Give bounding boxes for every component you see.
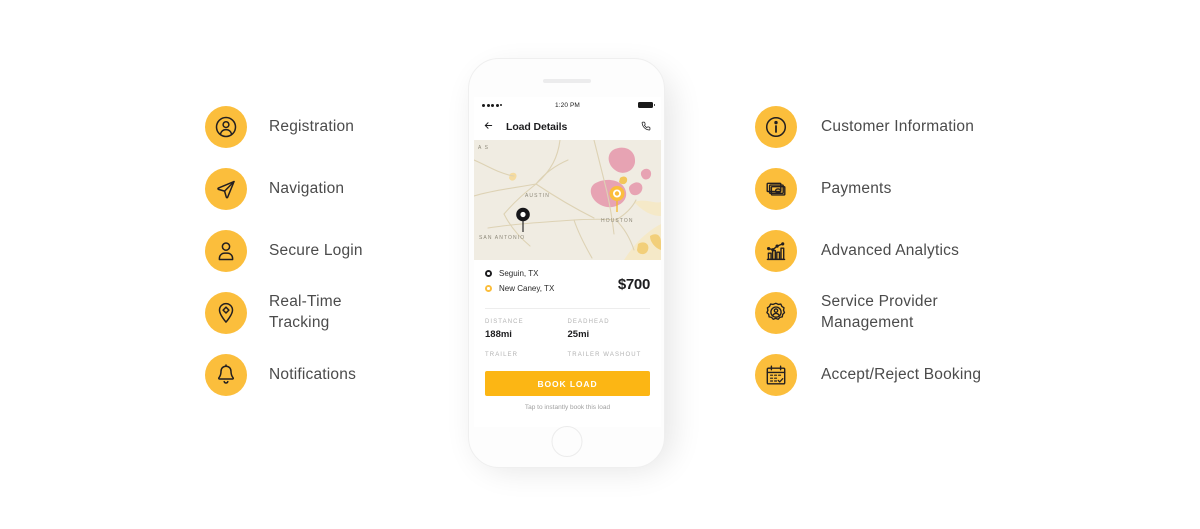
feature-item-real-time-tracking[interactable]: Real-Time Tracking <box>205 282 455 344</box>
user-circle-icon <box>205 106 247 148</box>
book-load-hint: Tap to instantly book this load <box>524 404 611 411</box>
feature-label: Payments <box>821 179 892 197</box>
feature-label: Secure Login <box>269 241 363 259</box>
feature-item-accept-reject-booking[interactable]: Accept/Reject Booking <box>755 344 1055 406</box>
route-map[interactable]: A S AUSTIN SAN ANTONIO HOUSTON <box>474 140 661 260</box>
user-lock-icon <box>205 230 247 272</box>
page-title: Load Details <box>506 120 568 133</box>
feature-item-registration[interactable]: Registration <box>205 96 455 158</box>
load-price: $700 <box>617 275 650 293</box>
navigation-arrow-icon <box>205 168 247 210</box>
map-label: SAN ANTONIO <box>479 235 526 241</box>
stat-trailer: TRAILER <box>485 352 568 362</box>
map-label: A S <box>478 145 490 151</box>
feature-overview-graphic: Registration Navigation Secure Login Rea… <box>0 0 1200 529</box>
phone-icon[interactable] <box>641 118 651 136</box>
map-label: AUSTIN <box>525 193 550 199</box>
destination-dot-icon <box>485 285 492 292</box>
feature-item-navigation[interactable]: Navigation <box>205 158 455 220</box>
destination-city: New Caney, TX <box>499 284 555 293</box>
bell-icon <box>205 354 247 396</box>
feature-item-advanced-analytics[interactable]: Advanced Analytics <box>755 220 1055 282</box>
feature-label: Accept/Reject Booking <box>821 365 982 383</box>
feature-item-customer-information[interactable]: Customer Information <box>755 96 1055 158</box>
feature-list-left: Registration Navigation Secure Login Rea… <box>205 96 455 406</box>
status-bar: 1:20 PM <box>474 97 661 113</box>
stat-label: TRAILER <box>485 352 519 358</box>
feature-item-payments[interactable]: Payments <box>755 158 1055 220</box>
book-load-section: BOOK LOAD Tap to instantly book this loa… <box>474 362 661 411</box>
feature-item-secure-login[interactable]: Secure Login <box>205 220 455 282</box>
stat-value: 25mi <box>567 329 590 340</box>
phone-mockup: 1:20 PM Load Details A S AUSTIN SAN ANTO… <box>468 58 665 468</box>
calendar-check-icon <box>755 354 797 396</box>
route-destination: New Caney, TX <box>485 284 618 293</box>
stat-label: TRAILER WASHOUT <box>567 352 642 358</box>
stat-distance: DISTANCE 188mi <box>485 319 568 340</box>
battery-icon <box>638 102 656 108</box>
feature-label: Real-Time Tracking <box>269 293 342 331</box>
app-nav-bar: Load Details <box>474 113 661 140</box>
map-pin-icon <box>205 292 247 334</box>
feature-label: Notifications <box>269 365 357 383</box>
load-details-panel: Seguin, TX New Caney, TX $700 DISTANCE 1… <box>474 260 661 362</box>
route-origin: Seguin, TX <box>485 269 618 278</box>
feature-item-service-provider-management[interactable]: Service Provider Management <box>755 282 1055 344</box>
bar-chart-trend-icon <box>755 230 797 272</box>
phone-screen: 1:20 PM Load Details A S AUSTIN SAN ANTO… <box>474 97 661 427</box>
stat-label: DEADHEAD <box>567 319 610 325</box>
feature-label: Navigation <box>269 179 345 197</box>
phone-speaker-grille <box>542 79 591 83</box>
feature-label: Service Provider Management <box>821 293 938 331</box>
stat-value: 188mi <box>485 329 512 340</box>
load-stats-row-2: TRAILER TRAILER WASHOUT <box>485 340 650 362</box>
route-summary: Seguin, TX New Caney, TX $700 <box>485 260 650 299</box>
feature-item-notifications[interactable]: Notifications <box>205 344 455 406</box>
map-label: HOUSTON <box>601 218 634 224</box>
gear-user-icon <box>755 292 797 334</box>
stat-deadhead: DEADHEAD 25mi <box>568 319 651 340</box>
feature-label: Customer Information <box>821 117 975 135</box>
info-circle-icon <box>755 106 797 148</box>
book-load-button[interactable]: BOOK LOAD <box>485 371 650 396</box>
stat-label: DISTANCE <box>485 319 524 325</box>
feature-label: Registration <box>269 117 355 135</box>
stat-trailer-washout: TRAILER WASHOUT <box>568 352 651 362</box>
feature-list-right: Customer Information Payments Advanced A… <box>755 96 1055 406</box>
origin-dot-icon <box>485 270 492 277</box>
load-stats-row-1: DISTANCE 188mi DEADHEAD 25mi <box>485 309 650 340</box>
feature-label: Advanced Analytics <box>821 241 960 259</box>
banknotes-icon <box>755 168 797 210</box>
status-bar-time: 1:20 PM <box>555 101 580 109</box>
arrow-left-icon[interactable] <box>483 118 494 136</box>
home-button[interactable] <box>551 426 582 457</box>
origin-city: Seguin, TX <box>499 269 539 278</box>
